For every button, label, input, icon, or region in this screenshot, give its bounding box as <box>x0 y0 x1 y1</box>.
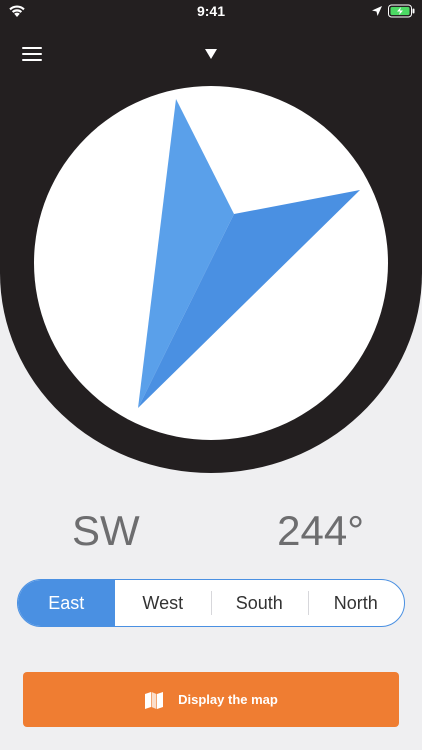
battery-charging-icon <box>388 4 415 18</box>
status-bar: 9:41 <box>0 0 422 24</box>
compass-dial <box>34 86 388 440</box>
segment-north[interactable]: North <box>307 580 405 626</box>
compass-direction-label: SW <box>72 507 140 554</box>
hamburger-menu-icon <box>22 47 42 49</box>
location-arrow-icon <box>372 6 382 16</box>
compass-degrees-label: 244° <box>277 507 364 554</box>
direction-segmented-control: East West South North <box>17 579 405 627</box>
segment-west[interactable]: West <box>115 580 212 626</box>
segment-east[interactable]: East <box>18 580 115 626</box>
segment-south[interactable]: South <box>211 580 308 626</box>
display-map-label: Display the map <box>178 692 278 707</box>
menu-button[interactable] <box>14 40 50 68</box>
hamburger-menu-icon-bar-2 <box>22 53 42 55</box>
compass-arrow-icon <box>138 99 360 408</box>
display-map-button[interactable]: Display the map <box>23 672 399 727</box>
map-icon <box>145 691 164 709</box>
heading-triangle-icon <box>205 49 217 59</box>
status-time: 9:41 <box>196 3 226 19</box>
hamburger-menu-icon-bar-3 <box>22 59 42 61</box>
